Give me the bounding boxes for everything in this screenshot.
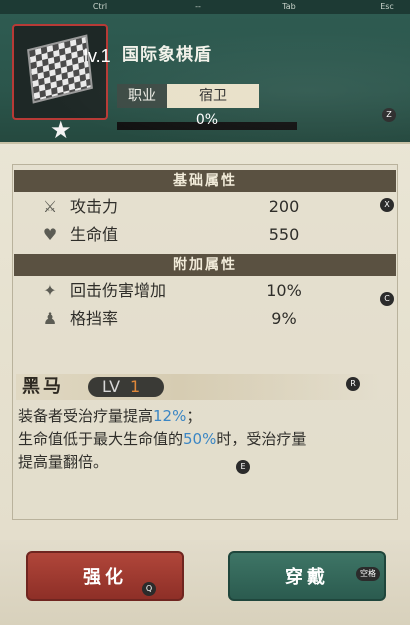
block-icon: ♟ [42,309,58,328]
job-row: 职业 宿卫 [117,84,259,108]
skill-name: 黑马 [22,376,64,397]
item-name: 国际象棋盾 [122,45,212,65]
star-icon: ★ [50,116,72,144]
item-portrait: lv.1 ★ [12,24,111,142]
ctrl-hint: Ctrl [92,2,108,11]
chessboard-shield-icon [27,34,93,104]
attribute-value: 200 [268,197,300,216]
progress-text: 0% [195,112,219,128]
key-badge-z[interactable]: Z [382,108,396,122]
skill-level-badge: LV 1 [88,377,164,397]
key-badge-space[interactable]: 空格 [356,567,380,581]
extra-attributes-header: 附加属性 [14,254,396,276]
attribute-value: 10% [266,281,302,300]
heart-icon: ♥ [42,225,58,244]
upgrade-button[interactable]: 强化 [26,551,184,601]
attribute-value: 550 [268,225,300,244]
job-value: 宿卫 [199,88,227,104]
key-badge-e[interactable]: E [236,460,250,474]
attribute-label: 攻击力 [70,197,119,216]
skill-desc-line-3: 提高量翻倍。 [18,453,109,471]
item-header: lv.1 ★ 国际象棋盾 职业 宿卫 0% Z [0,14,410,144]
skill-desc-line-2: 生命值低于最大生命值的50%时，受治疗量 [18,430,307,448]
attribute-row-counter: ✦ 回击伤害增加 10% [14,278,396,304]
attribute-label: 格挡率 [70,309,119,328]
attribute-row-hp: ♥ 生命值 550 [14,222,396,248]
attribute-row-attack: ⚔ 攻击力 200 [14,194,396,220]
key-badge-x[interactable]: X [380,198,394,212]
key-badge-q[interactable]: Q [142,582,156,596]
item-level: lv.1 [84,46,111,66]
skill-level-value: 1 [130,377,141,396]
dash-hint: -- [195,2,201,11]
esc-hint: Esc [380,2,394,11]
counter-damage-icon: ✦ [43,281,57,300]
crossed-swords-icon: ⚔ [42,197,58,216]
skill-description: 装备者受治疗量提高12%； 生命值低于最大生命值的50%时，受治疗量 提高量翻倍… [18,405,392,474]
attribute-row-block: ♟ 格挡率 9% [14,306,396,332]
skill-desc-line-1: 装备者受治疗量提高12%； [18,407,202,425]
progress-bar [117,122,297,130]
base-attributes-header: 基础属性 [14,170,396,192]
skill-level-label: LV [102,377,121,396]
key-badge-c[interactable]: C [380,292,394,306]
tab-hint: Tab [282,2,296,11]
job-label: 职业 [117,84,167,108]
attribute-value: 9% [271,309,297,328]
attribute-label: 生命值 [70,225,119,244]
attribute-label: 回击伤害增加 [70,281,167,300]
equipment-detail-screen: Ctrl -- Tab Esc lv.1 ★ 国际象棋盾 职业 宿卫 0% Z … [0,0,410,625]
skill-title-bar: 黑马 LV 1 [16,374,380,400]
key-badge-r[interactable]: R [346,377,360,391]
hotkey-hint-bar: Ctrl -- Tab Esc [0,0,410,14]
